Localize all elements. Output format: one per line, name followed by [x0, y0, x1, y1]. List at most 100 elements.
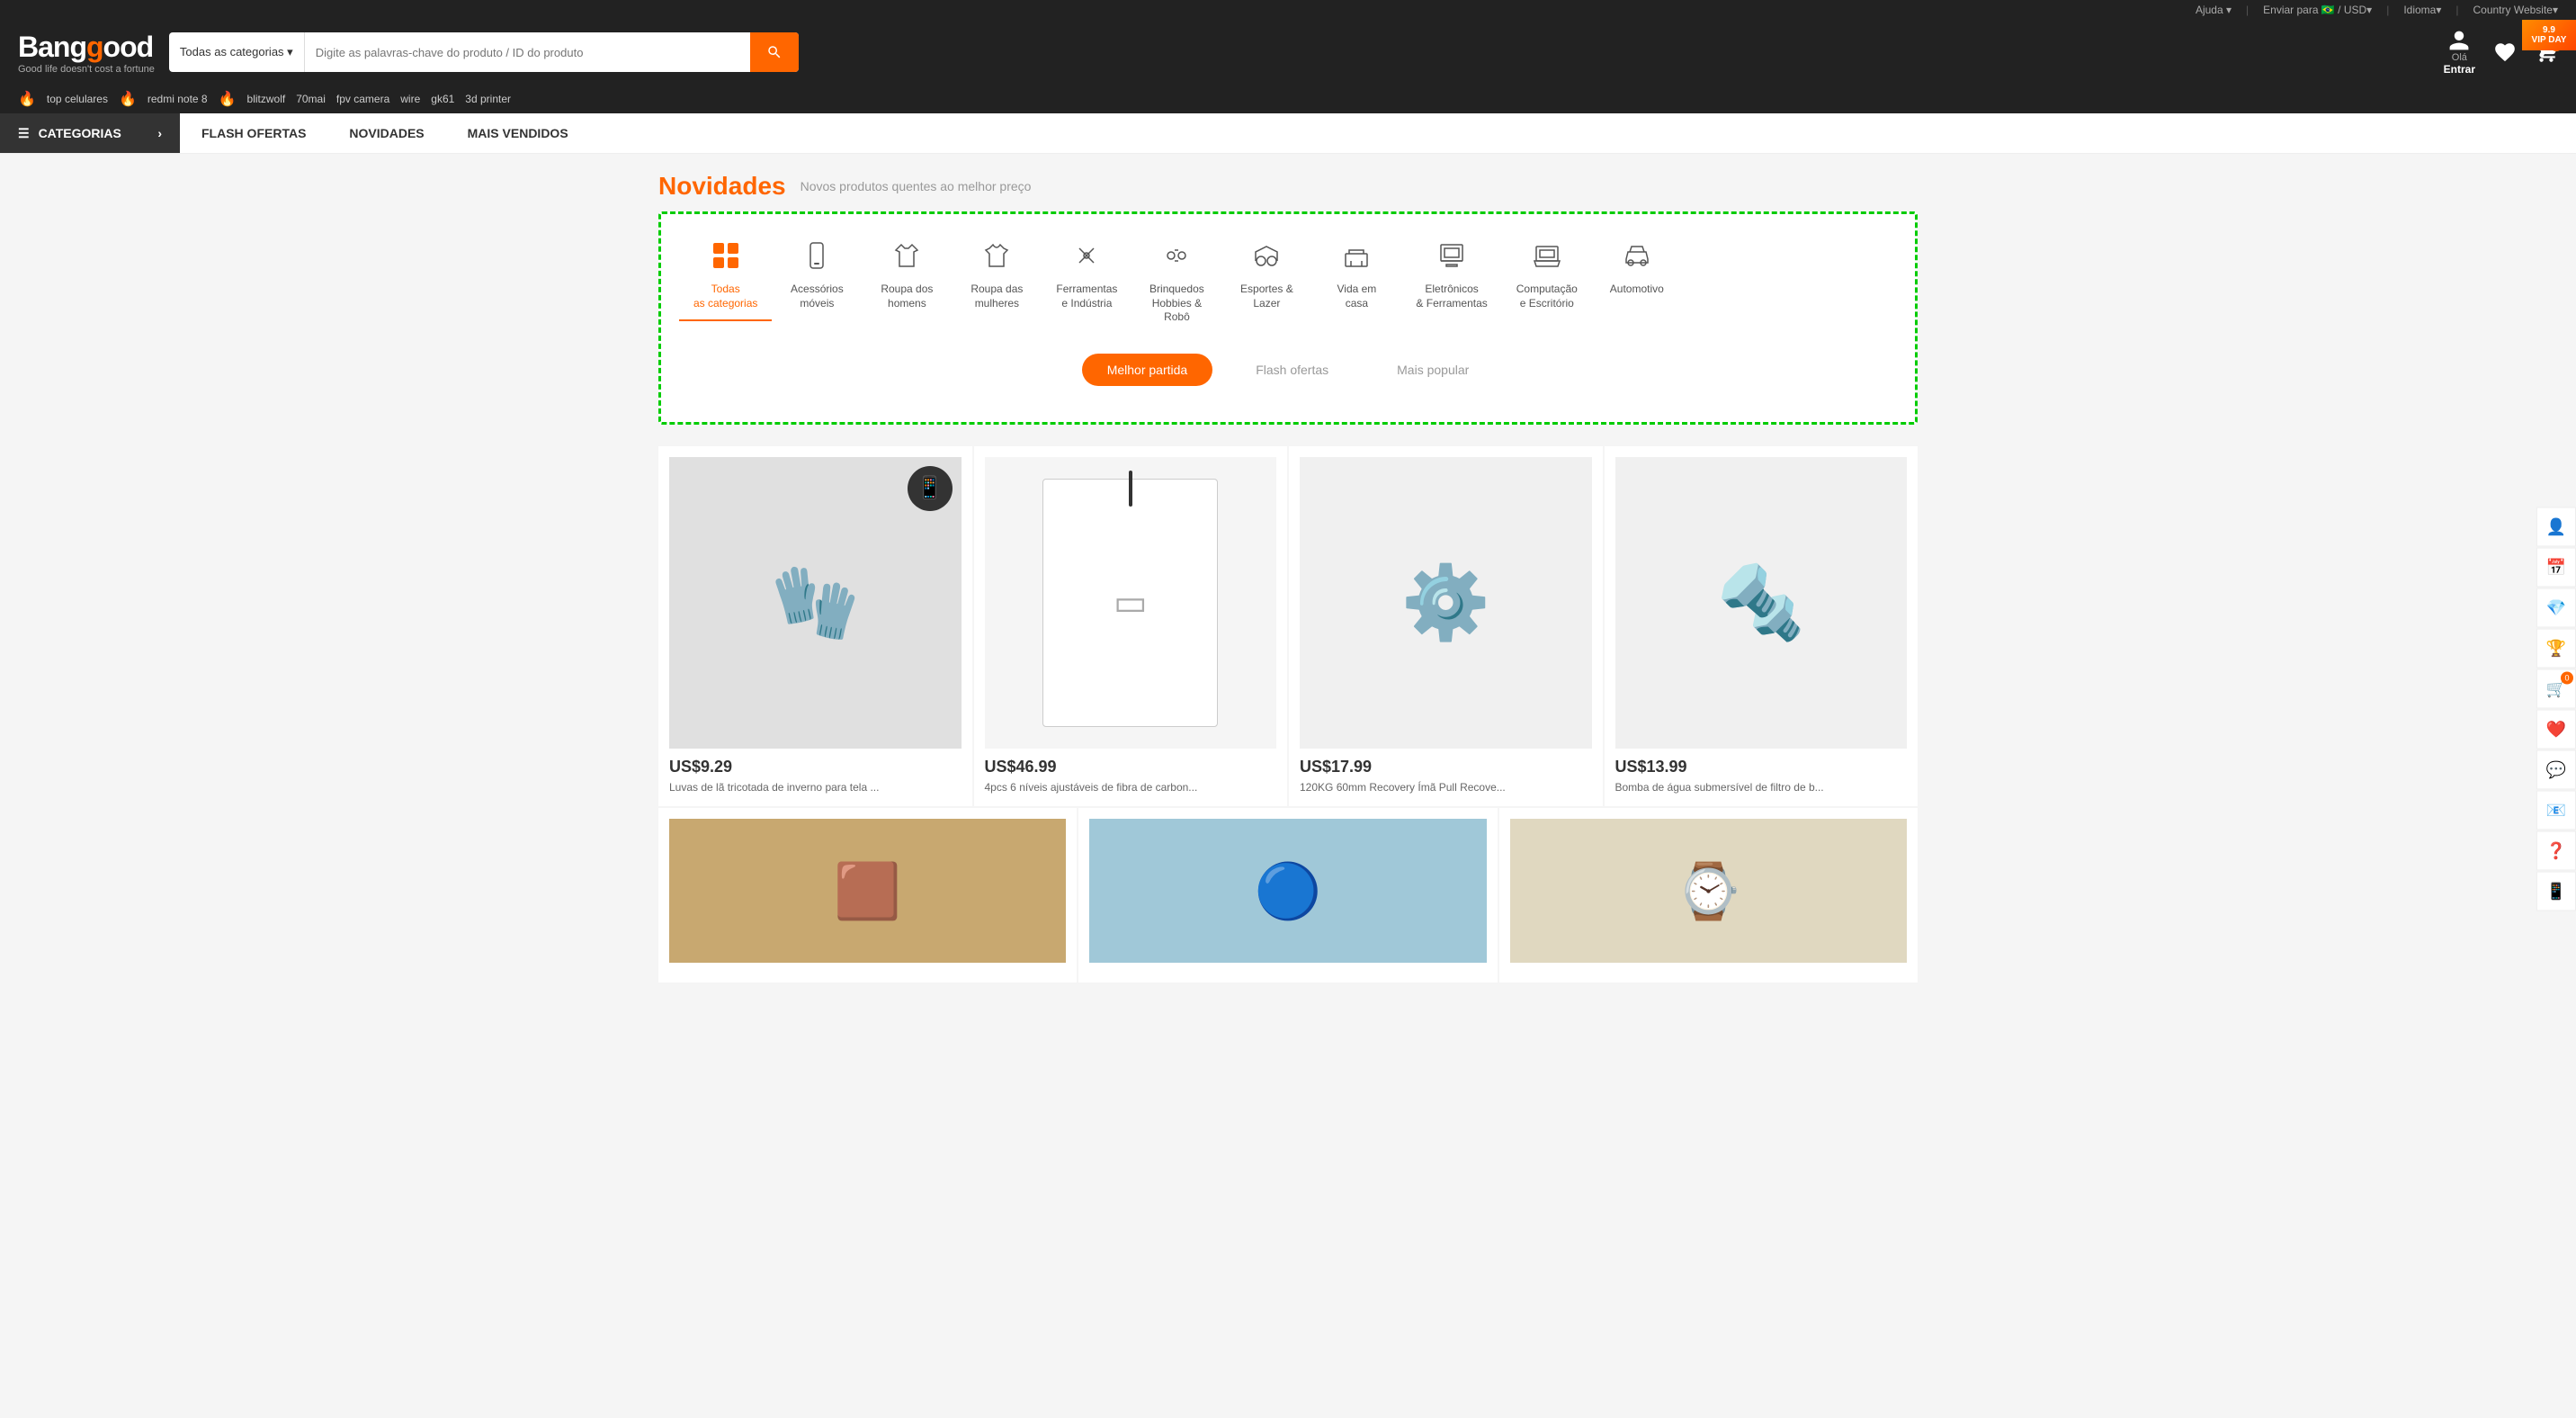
sidebar-calendar[interactable]: 📅 — [2536, 548, 2576, 588]
product-img-2: ▭ — [985, 457, 1277, 749]
cat-brinquedos[interactable]: BrinquedosHobbies &Robô — [1131, 232, 1221, 336]
product-price-2: US$46.99 — [985, 758, 1277, 776]
search-input[interactable] — [305, 32, 750, 72]
sidebar-heart[interactable]: ❤️ — [2536, 710, 2576, 749]
product-card-3[interactable]: ⚙️ US$17.99 120KG 60mm Recovery Ímã Pull… — [1289, 446, 1603, 806]
bottom-product-3[interactable]: ⌚ — [1499, 808, 1918, 983]
language-link[interactable]: Idioma▾ — [2403, 4, 2441, 16]
fire-icon-3: 🔥 — [219, 90, 237, 108]
cat-roupa-homens[interactable]: Roupa doshomens — [862, 232, 952, 321]
tab-flash-ofertas[interactable]: Flash ofertas — [1230, 354, 1354, 386]
search-tags: 🔥 top celulares 🔥 redmi note 8 🔥 blitzwo… — [0, 85, 2576, 113]
user-account[interactable]: Olá Entrar — [2444, 29, 2475, 76]
product-card-4[interactable]: 🔩 US$13.99 Bomba de água submersível de … — [1605, 446, 1919, 806]
send-to-link[interactable]: Enviar para 🇧🇷 / USD▾ — [2263, 4, 2372, 16]
sidebar-cart-badge: 0 — [2561, 672, 2573, 685]
nav-novidades[interactable]: NOVIDADES — [327, 113, 445, 153]
cat-esportes[interactable]: Esportes &Lazer — [1221, 232, 1311, 321]
product-grid: 🧤 📱 US$9.29 Luvas de lã tricotada de inv… — [658, 446, 1918, 806]
bottom-product-row: 🟫 🔵 ⌚ — [658, 808, 1918, 983]
novidades-dashed-box: Todasas categorias Acessóriosmóveis — [658, 211, 1918, 425]
user-icon — [2447, 29, 2471, 52]
help-link[interactable]: Ajuda ▾ — [2196, 4, 2232, 16]
category-icons: Todasas categorias Acessóriosmóveis — [679, 232, 1897, 336]
cat-ferramentas-icon — [1072, 241, 1101, 277]
search-tag-4[interactable]: 70mai — [296, 93, 326, 105]
search-tag-5[interactable]: fpv camera — [336, 93, 389, 105]
cat-eletronicos[interactable]: Eletrônicos& Ferramentas — [1401, 232, 1501, 321]
product-name-3: 120KG 60mm Recovery Ímã Pull Recove... — [1300, 780, 1592, 795]
search-tag-8[interactable]: 3d printer — [465, 93, 511, 105]
search-tag-3[interactable]: blitzwolf — [247, 93, 286, 105]
novidades-header: Novidades Novos produtos quentes ao melh… — [658, 172, 1918, 201]
cat-eletronicos-label: Eletrônicos& Ferramentas — [1416, 283, 1487, 310]
vip-banner[interactable]: 9.9 VIP DAY — [2522, 20, 2576, 50]
search-button[interactable] — [750, 32, 799, 72]
user-action: Entrar — [2444, 63, 2475, 76]
nav-bar: ☰ CATEGORIAS › FLASH OFERTAS NOVIDADES M… — [0, 113, 2576, 154]
product-name-2: 4pcs 6 níveis ajustáveis de fibra de car… — [985, 780, 1277, 795]
search-icon — [766, 44, 783, 60]
logo[interactable]: Banggood Good life doesn't cost a fortun… — [18, 31, 155, 75]
product-price-3: US$17.99 — [1300, 758, 1592, 776]
fire-icon: 🔥 — [18, 90, 36, 108]
cat-roupa-homens-label: Roupa doshomens — [881, 283, 933, 310]
bottom-img-1: 🟫 — [669, 819, 1066, 963]
cat-eletronicos-icon — [1437, 241, 1466, 277]
search-tag-1[interactable]: top celulares — [47, 93, 108, 105]
cat-roupa-mulheres[interactable]: Roupa dasmulheres — [952, 232, 1042, 321]
cat-brinquedos-icon — [1162, 241, 1191, 277]
categories-button[interactable]: ☰ CATEGORIAS › — [0, 113, 180, 153]
product-card-1[interactable]: 🧤 📱 US$9.29 Luvas de lã tricotada de inv… — [658, 446, 972, 806]
sidebar-right: 👤 📅 💎 🏆 🛒 0 ❤️ 💬 📧 ❓ 📱 — [2536, 507, 2576, 911]
sidebar-chat[interactable]: 💬 — [2536, 750, 2576, 790]
cat-esportes-icon — [1252, 241, 1281, 277]
cat-computacao[interactable]: Computaçãoe Escritório — [1502, 232, 1592, 321]
sidebar-mobile[interactable]: 📱 — [2536, 872, 2576, 911]
bottom-product-1[interactable]: 🟫 — [658, 808, 1077, 983]
cat-automotivo-icon — [1623, 241, 1651, 277]
cat-brinquedos-label: BrinquedosHobbies &Robô — [1149, 283, 1204, 325]
cat-acessorios[interactable]: Acessóriosmóveis — [772, 232, 862, 321]
product-price-4: US$13.99 — [1615, 758, 1908, 776]
product-img-3: ⚙️ — [1300, 457, 1592, 749]
cat-acessorios-icon — [802, 241, 831, 277]
wishlist-button[interactable] — [2493, 40, 2517, 64]
cat-todas-label: Todasas categorias — [693, 283, 757, 310]
bottom-product-2[interactable]: 🔵 — [1078, 808, 1497, 983]
search-tag-2[interactable]: redmi note 8 — [148, 93, 208, 105]
cat-vida-casa[interactable]: Vida emcasa — [1311, 232, 1401, 321]
search-bar: Todas as categorias ▾ — [169, 32, 799, 72]
search-tag-7[interactable]: gk61 — [431, 93, 454, 105]
product-card-2[interactable]: ▭ US$46.99 4pcs 6 níveis ajustáveis de f… — [974, 446, 1288, 806]
nav-mais-vendidos[interactable]: MAIS VENDIDOS — [446, 113, 590, 153]
tab-melhor-partida[interactable]: Melhor partida — [1082, 354, 1213, 386]
cat-roupa-mulheres-label: Roupa dasmulheres — [970, 283, 1023, 310]
hamburger-icon: ☰ — [18, 126, 30, 141]
product-name-4: Bomba de água submersível de filtro de b… — [1615, 780, 1908, 795]
sidebar-trophy[interactable]: 🏆 — [2536, 629, 2576, 669]
sidebar-help[interactable]: ❓ — [2536, 831, 2576, 871]
country-website-link[interactable]: Country Website▾ — [2473, 4, 2558, 16]
nav-flash-ofertas[interactable]: FLASH OFERTAS — [180, 113, 327, 153]
cat-vida-casa-icon — [1342, 241, 1371, 277]
sidebar-profile[interactable]: 👤 — [2536, 507, 2576, 547]
logo-text: Banggood — [18, 31, 155, 64]
arrow-right-icon: › — [157, 126, 162, 140]
search-tag-6[interactable]: wire — [400, 93, 420, 105]
cat-automotivo[interactable]: Automotivo — [1592, 232, 1682, 308]
cat-ferramentas-label: Ferramentase Indústria — [1056, 283, 1117, 310]
product-price-1: US$9.29 — [669, 758, 962, 776]
cat-acessorios-label: Acessóriosmóveis — [791, 283, 844, 310]
nav-links: FLASH OFERTAS NOVIDADES MAIS VENDIDOS — [180, 113, 590, 153]
cat-todas[interactable]: Todasas categorias — [679, 232, 772, 321]
search-category-dropdown[interactable]: Todas as categorias ▾ — [169, 32, 305, 72]
cat-computacao-icon — [1533, 241, 1561, 277]
tab-mais-popular[interactable]: Mais popular — [1372, 354, 1494, 386]
logo-tagline: Good life doesn't cost a fortune — [18, 64, 155, 75]
sidebar-cart[interactable]: 🛒 0 — [2536, 669, 2576, 709]
categories-label: CATEGORIAS — [39, 126, 121, 140]
sidebar-email[interactable]: 📧 — [2536, 791, 2576, 830]
cat-ferramentas[interactable]: Ferramentase Indústria — [1042, 232, 1131, 321]
sidebar-gem[interactable]: 💎 — [2536, 588, 2576, 628]
